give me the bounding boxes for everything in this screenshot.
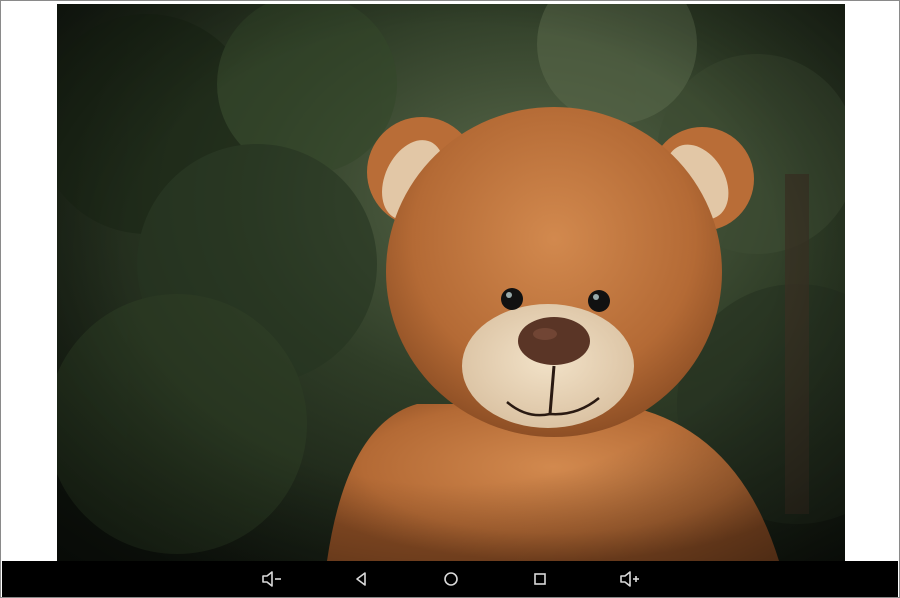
teddy-bear-photo [57,4,845,561]
recents-button[interactable] [520,561,560,597]
back-button[interactable] [341,561,381,597]
home-circle-icon [444,572,458,586]
screen-frame [0,0,900,598]
volume-down-button[interactable] [252,561,292,597]
photo-illustration [57,4,845,561]
recents-square-icon [534,573,546,585]
volume-up-button[interactable] [610,561,650,597]
back-triangle-icon [356,572,366,586]
home-button[interactable] [431,561,471,597]
volume-up-icon [620,571,639,587]
navigation-bar [2,561,898,597]
volume-down-icon [262,571,281,587]
